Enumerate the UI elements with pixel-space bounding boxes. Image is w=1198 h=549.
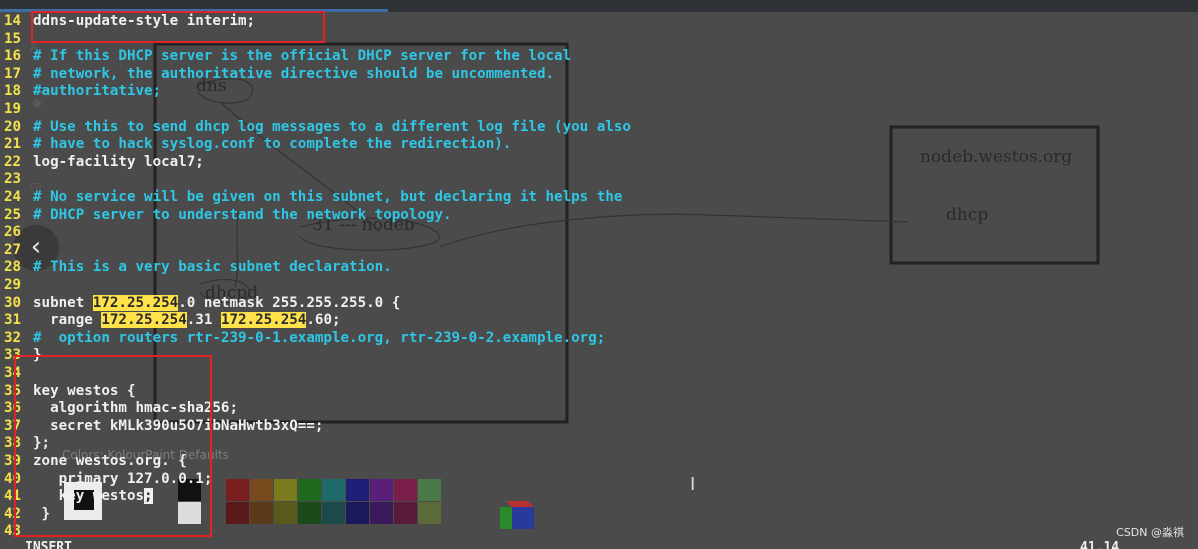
- line-number: 28: [4, 259, 22, 276]
- palette-swatch[interactable]: [226, 502, 249, 524]
- palette-swatch[interactable]: [394, 479, 417, 501]
- palette-swatch[interactable]: [370, 479, 393, 501]
- code-text: # This is a very basic subnet declaratio…: [33, 259, 392, 277]
- code-token: subnet: [33, 294, 93, 311]
- palette-swatch[interactable]: [274, 502, 297, 524]
- code-text: subnet 172.25.254.0 netmask 255.255.255.…: [33, 294, 401, 313]
- code-token: # DHCP server to understand the network …: [33, 206, 452, 223]
- annotation-box-key-zone: [14, 355, 212, 537]
- line-number: 16: [4, 48, 22, 65]
- dhcp-link-line: [439, 213, 909, 248]
- line-number: 15: [4, 30, 22, 47]
- palette-swatch[interactable]: [370, 502, 393, 524]
- palette-swatch[interactable]: [298, 502, 321, 524]
- code-token: .0 netmask 255.255.255.0 {: [178, 294, 401, 311]
- line-number: 25: [4, 206, 22, 223]
- search-highlight: 172.25.254: [101, 312, 187, 329]
- code-text: #authoritative;: [33, 83, 161, 101]
- line-number: 29: [4, 277, 22, 293]
- line-number: 18: [4, 83, 22, 100]
- palette-swatch[interactable]: [418, 502, 441, 524]
- code-token: # network, the authoritative directive s…: [33, 65, 555, 82]
- line-number: 32: [4, 329, 22, 346]
- code-text: # No service will be given on this subne…: [33, 189, 622, 207]
- code-token: # Use this to send dhcp log messages to …: [33, 118, 631, 135]
- line-number: 23: [4, 171, 22, 188]
- code-token: .60;: [306, 312, 341, 329]
- line-number: 24: [4, 189, 22, 205]
- code-text: # network, the authoritative directive s…: [33, 66, 554, 84]
- code-token: range: [33, 312, 102, 329]
- code-token: # No service will be given on this subne…: [33, 189, 623, 205]
- palette-swatch[interactable]: [322, 502, 345, 524]
- line-number: 27: [4, 241, 22, 258]
- palette-swatch[interactable]: [226, 479, 249, 501]
- line-number: 26: [4, 224, 22, 241]
- line-number: 14: [4, 13, 22, 29]
- code-text: log-facility local7;: [33, 154, 204, 172]
- code-text: # option routers rtr-239-0-1.example.org…: [33, 330, 605, 348]
- palette-swatch[interactable]: [298, 479, 321, 501]
- code-text: # have to hack syslog.conf to complete t…: [33, 136, 511, 154]
- palette-swatch[interactable]: [250, 479, 273, 501]
- search-highlight: 172.25.254: [92, 294, 179, 311]
- code-text: range 172.25.254.31 172.25.254.60;: [33, 312, 341, 330]
- palette-swatch[interactable]: [274, 479, 297, 501]
- line-number: 20: [4, 118, 22, 135]
- line-number: 31: [4, 312, 22, 329]
- palette-swatch[interactable]: [418, 479, 441, 501]
- palette-swatch[interactable]: [346, 479, 369, 501]
- color-cube-icon: [500, 501, 534, 529]
- nodeb-host-label: nodeb.westos.org: [920, 147, 1073, 167]
- palette-swatch[interactable]: [250, 502, 273, 524]
- line-number: 30: [4, 294, 22, 311]
- mode-indicator: INSERT: [25, 540, 72, 549]
- search-highlight: 172.25.254: [220, 312, 307, 329]
- line-number: 22: [4, 153, 22, 170]
- code-token: #authoritative;: [33, 83, 162, 100]
- palette-swatch[interactable]: [394, 502, 417, 524]
- palette-swatch[interactable]: [322, 479, 345, 501]
- code-text: # If this DHCP server is the official DH…: [33, 48, 571, 66]
- line-number: 17: [4, 65, 22, 82]
- code-text: # DHCP server to understand the network …: [33, 207, 452, 225]
- cursor-position: 41,14: [1080, 540, 1120, 549]
- line-number: 19: [4, 101, 22, 117]
- vim-status-line: INSERT 41,14: [0, 538, 1198, 549]
- code-token: # This is a very basic subnet declaratio…: [33, 259, 392, 276]
- code-token: # If this DHCP server is the official DH…: [33, 48, 572, 65]
- line-number: 21: [4, 136, 22, 153]
- palette-swatch[interactable]: [346, 502, 369, 524]
- annotation-box-ddns: [31, 11, 325, 43]
- code-token: # option routers rtr-239-0-1.example.org…: [33, 329, 606, 346]
- ibeam-cursor-icon: I: [690, 474, 696, 495]
- code-token: # have to hack syslog.conf to complete t…: [33, 136, 512, 153]
- dhcp-label: dhcp: [946, 205, 989, 225]
- code-text: # Use this to send dhcp log messages to …: [33, 119, 631, 137]
- code-token: .31: [186, 312, 221, 329]
- code-token: log-facility local7;: [33, 153, 204, 170]
